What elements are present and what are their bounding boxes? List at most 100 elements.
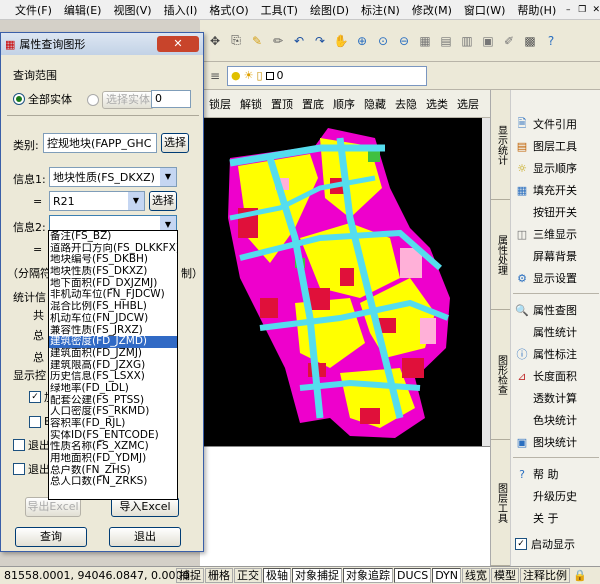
- dialog-close-button[interactable]: ✕: [157, 36, 199, 52]
- tool-attribute-stats[interactable]: 属性统计: [515, 322, 577, 342]
- help-toolbar-icon[interactable]: ?: [542, 32, 560, 50]
- checkbox-icon[interactable]: [13, 463, 25, 475]
- tab-graphic-check[interactable]: 图形检查: [491, 310, 511, 440]
- dropdown-option[interactable]: 总户数(FN_ZHS): [49, 465, 177, 477]
- radio-all-icon[interactable]: [13, 93, 25, 105]
- dropdown-option[interactable]: 兼容性质(FS_JRXZ): [49, 325, 177, 337]
- brush-icon[interactable]: ✎: [248, 32, 266, 50]
- copy-icon[interactable]: ⎘: [227, 32, 245, 50]
- query-button[interactable]: 查询: [15, 527, 87, 547]
- tool-attribute-query[interactable]: 🔍 属性查图: [515, 300, 577, 320]
- checkbox-icon[interactable]: ✓: [515, 538, 527, 550]
- tool-palette-icon[interactable]: ▥: [458, 32, 476, 50]
- close-icon[interactable]: ✕: [590, 4, 600, 16]
- menu-help[interactable]: 帮助(H): [511, 2, 562, 18]
- import-excel-button[interactable]: 导入Excel: [111, 497, 179, 517]
- tool-block-stats[interactable]: ▣ 图块统计: [515, 432, 577, 452]
- annotation-scale[interactable]: 注释比例: [520, 568, 571, 583]
- cmd-order[interactable]: 顺序: [330, 96, 358, 112]
- exit-button[interactable]: 退出: [109, 527, 181, 547]
- menu-modify[interactable]: 修改(M): [406, 2, 458, 18]
- tool-button-toggle[interactable]: 按钮开关: [515, 202, 577, 222]
- pencil-icon[interactable]: ✏: [269, 32, 287, 50]
- radio-all-entities[interactable]: 全部实体: [13, 91, 72, 107]
- toggle-dyn[interactable]: DYN: [432, 568, 462, 583]
- calculator-icon[interactable]: ▩: [521, 32, 539, 50]
- layer-manager-icon[interactable]: ≡: [206, 67, 224, 85]
- dropdown-option[interactable]: 性质名称(FS_XZMC): [49, 441, 177, 453]
- menu-tools[interactable]: 工具(T): [255, 2, 304, 18]
- toggle-ortho[interactable]: 正交: [234, 568, 262, 583]
- tool-color-stats[interactable]: 色块统计: [515, 410, 577, 430]
- info2-dropdown-list[interactable]: 备注(FS_BZ) 道路开口方向(FS_DLKKFX) 地块编号(FS_DKBH…: [48, 230, 178, 500]
- toggle-osnap[interactable]: 对象捕捉: [292, 568, 342, 583]
- dropdown-option[interactable]: 用地面积(FD_YDMJ): [49, 453, 177, 465]
- toggle-polar[interactable]: 极轴: [263, 568, 291, 583]
- menu-file[interactable]: 文件(F): [9, 2, 58, 18]
- info1-select-button[interactable]: 选择: [149, 191, 177, 211]
- dropdown-option[interactable]: 总人口数(FN_ZRKS): [49, 476, 177, 488]
- menu-insert[interactable]: 插入(I): [158, 2, 204, 18]
- layer-select[interactable]: ● ☀ ▯ 0: [227, 65, 427, 86]
- selected-count-field[interactable]: 0: [151, 90, 191, 108]
- command-pane[interactable]: [200, 446, 490, 566]
- dropdown-option[interactable]: 历史信息(FS_LSXX): [49, 371, 177, 383]
- radio-selected-entities[interactable]: 选择实体: [87, 91, 154, 109]
- dropdown-option[interactable]: 人口密度(FS_RKMD): [49, 406, 177, 418]
- undo-icon[interactable]: ↶: [290, 32, 308, 50]
- checkbox-icon[interactable]: ✓: [29, 391, 41, 403]
- info1-select[interactable]: 地块性质(FS_DKXZ) ▼: [49, 167, 177, 187]
- cmd-bring-top[interactable]: 置顶: [268, 96, 296, 112]
- tool-startup-display[interactable]: ✓ 启动显示: [515, 534, 575, 554]
- dropdown-option[interactable]: 备注(FS_BZ): [49, 231, 177, 243]
- tool-upgrade-history[interactable]: 升级历史: [515, 486, 577, 506]
- exit-option-b[interactable]: 退出: [13, 461, 50, 477]
- properties-icon[interactable]: ▦: [416, 32, 434, 50]
- minimize-icon[interactable]: –: [562, 4, 574, 16]
- category-select-button[interactable]: 选择: [161, 133, 189, 153]
- toggle-grid[interactable]: 栅格: [205, 568, 233, 583]
- lock-icon[interactable]: 🔒: [573, 569, 587, 583]
- tool-display-order[interactable]: ☼ 显示顺序: [515, 158, 577, 178]
- dropdown-option-selected[interactable]: 建筑密度(FD_JZMD): [49, 336, 177, 348]
- tool-file-reference[interactable]: 🗎 文件引用: [515, 114, 577, 134]
- dropdown-option[interactable]: 道路开口方向(FS_DLKKFX): [49, 243, 177, 255]
- tool-screen-background[interactable]: 屏幕背景: [515, 246, 577, 266]
- menu-window[interactable]: 窗口(W): [458, 2, 511, 18]
- menu-dimension[interactable]: 标注(N): [355, 2, 406, 18]
- cmd-unlock[interactable]: 解锁: [237, 96, 265, 112]
- toggle-lineweight[interactable]: 线宽: [462, 568, 491, 583]
- dropdown-option[interactable]: 实体ID(FS_ENTCODE): [49, 430, 177, 442]
- restore-icon[interactable]: ❐: [576, 4, 588, 16]
- tool-display-settings[interactable]: ⚙ 显示设置: [515, 268, 577, 288]
- info1-value-select[interactable]: R21 ▼: [49, 191, 145, 211]
- cmd-lock-layer[interactable]: 锁层: [206, 96, 234, 112]
- tool-calc[interactable]: 透数计算: [515, 388, 577, 408]
- menu-draw[interactable]: 绘图(D): [304, 2, 355, 18]
- checkbox-icon[interactable]: [29, 415, 41, 428]
- tool-help[interactable]: ? 帮 助: [515, 464, 558, 484]
- cmd-send-bottom[interactable]: 置底: [299, 96, 327, 112]
- dropdown-option[interactable]: 非机动车位(FN_FJDCW): [49, 289, 177, 301]
- dropdown-option[interactable]: 建筑面积(FD_JZMJ): [49, 348, 177, 360]
- tool-length-area[interactable]: ⊿ 长度面积: [515, 366, 577, 386]
- dropdown-option[interactable]: 混合比例(FS_HHBL): [49, 301, 177, 313]
- zoom-window-icon[interactable]: ⊙: [374, 32, 392, 50]
- dropdown-option[interactable]: 地块编号(FS_DKBH): [49, 254, 177, 266]
- menu-format[interactable]: 格式(O): [203, 2, 254, 18]
- menu-edit[interactable]: 编辑(E): [58, 2, 108, 18]
- toggle-model[interactable]: 模型: [491, 568, 520, 583]
- design-center-icon[interactable]: ▤: [437, 32, 455, 50]
- dropdown-option[interactable]: 绿地率(FD_LDL): [49, 383, 177, 395]
- cmd-select-layer[interactable]: 选层: [454, 96, 482, 112]
- redo-icon[interactable]: ↷: [311, 32, 329, 50]
- export-excel-button[interactable]: 导出Excel: [25, 497, 81, 517]
- pan-hand-icon[interactable]: ✋: [332, 32, 350, 50]
- tool-attribute-label[interactable]: ⓘ 属性标注: [515, 344, 578, 364]
- dialog-title-bar[interactable]: ▦ 属性查询图形 ✕: [1, 33, 203, 55]
- pan-icon[interactable]: ✥: [206, 32, 224, 50]
- tool-layer-tools[interactable]: ▤ 图层工具: [515, 136, 577, 156]
- markup-icon[interactable]: ✐: [500, 32, 518, 50]
- category-select[interactable]: 控规地块(FAPP_GHC: [43, 133, 157, 153]
- toggle-ducs[interactable]: DUCS: [394, 568, 432, 583]
